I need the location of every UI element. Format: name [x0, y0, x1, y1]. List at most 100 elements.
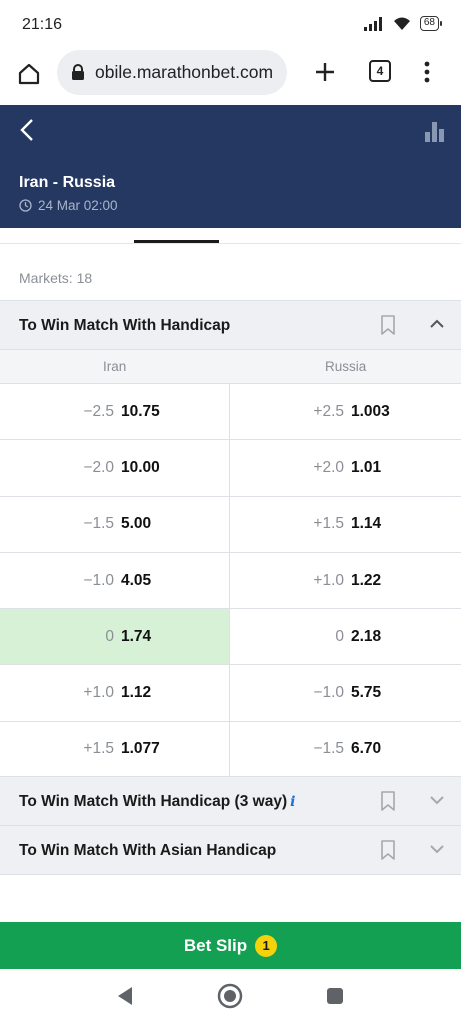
address-bar[interactable]: obile.marathonbet.com: [57, 50, 287, 95]
stats-icon[interactable]: [425, 120, 445, 142]
odd-cell-iran[interactable]: 0 1.74: [0, 609, 230, 665]
tab-strip: [0, 228, 461, 244]
odd-value: 5.00: [121, 515, 152, 533]
odd-cell-russia[interactable]: 0 2.18: [230, 609, 461, 664]
odd-value: 2.18: [351, 627, 382, 645]
status-icons: 68: [363, 16, 443, 31]
bet-slip-button[interactable]: Bet Slip 1: [0, 922, 461, 969]
odd-cell-russia[interactable]: +1.5 1.14: [230, 497, 461, 552]
home-icon: [18, 63, 40, 85]
chevron-down-icon[interactable]: [430, 844, 444, 854]
handicap-value: +1.5: [313, 515, 344, 533]
clock-icon: [19, 199, 32, 212]
odd-value: 4.05: [121, 571, 152, 589]
handicap-value: +1.0: [313, 571, 344, 589]
handicap-value: −1.0: [313, 684, 344, 702]
battery-indicator: 68: [419, 16, 443, 31]
odd-value: 6.70: [351, 740, 382, 758]
tabs-button[interactable]: 4: [369, 60, 391, 82]
nav-back-icon: [118, 987, 132, 1005]
event-header: Iran - Russia 24 Mar 02:00: [0, 105, 461, 228]
event-title: Iran - Russia: [19, 174, 116, 191]
handicap-value: +2.0: [313, 458, 344, 476]
odd-cell-russia[interactable]: +1.0 1.22: [230, 553, 461, 608]
market-header-handicap-3way[interactable]: To Win Match With Handicap (3 way) i: [0, 776, 461, 826]
browser-home-button[interactable]: [14, 59, 44, 89]
table-row: −1.5 5.00 +1.5 1.14: [0, 496, 461, 553]
table-row: −1.0 4.05 +1.0 1.22: [0, 552, 461, 610]
nav-home-button[interactable]: [217, 983, 243, 1009]
market-title: To Win Match With Asian Handicap: [19, 842, 277, 859]
column-header-right: Russia: [325, 359, 367, 374]
odd-cell-iran[interactable]: +1.0 1.12: [0, 665, 230, 721]
odd-cell-iran[interactable]: −1.0 4.05: [0, 552, 230, 609]
column-headers: Iran Russia: [0, 350, 461, 384]
bookmark-icon[interactable]: [380, 840, 396, 860]
odd-cell-iran[interactable]: −1.5 5.00: [0, 496, 230, 552]
table-row: −2.5 10.75 +2.5 1.003: [0, 384, 461, 441]
system-nav-bar: [0, 969, 461, 1024]
odd-cell-russia[interactable]: −1.0 5.75: [230, 665, 461, 720]
markets-count: Markets: 18: [19, 270, 93, 286]
odd-value: 1.003: [351, 402, 390, 420]
more-icon: [424, 61, 430, 83]
back-icon: [20, 119, 33, 141]
event-datetime: 24 Mar 02:00: [19, 198, 118, 213]
plus-icon: [316, 63, 334, 81]
odd-cell-iran[interactable]: −2.5 10.75: [0, 384, 230, 440]
handicap-value: −1.5: [313, 740, 344, 758]
bookmark-icon[interactable]: [380, 791, 396, 811]
lock-icon: [72, 64, 84, 80]
bet-slip-label: Bet Slip: [183, 935, 248, 955]
status-bar: 21:16 68: [0, 0, 461, 50]
nav-back-button[interactable]: [112, 983, 138, 1009]
odd-value: 5.75: [351, 684, 382, 702]
table-row: −2.0 10.00 +2.0 1.01: [0, 440, 461, 497]
nav-recents-button[interactable]: [322, 983, 348, 1009]
handicap-value: +1.5: [83, 740, 114, 758]
handicap-value: +2.5: [313, 402, 344, 420]
odd-value: 10.00: [121, 458, 160, 476]
odd-cell-russia[interactable]: +2.0 1.01: [230, 440, 461, 495]
new-tab-button[interactable]: [311, 58, 339, 86]
odd-cell-iran[interactable]: +1.5 1.077: [0, 721, 230, 778]
odd-cell-iran[interactable]: −2.0 10.00: [0, 440, 230, 496]
odd-cell-russia[interactable]: +2.5 1.003: [230, 384, 461, 439]
market-title: To Win Match With Handicap (3 way) i: [19, 793, 296, 810]
chevron-down-icon[interactable]: [430, 795, 444, 805]
market-header-asian-handicap[interactable]: To Win Match With Asian Handicap: [0, 825, 461, 875]
browser-toolbar: obile.marathonbet.com 4: [0, 50, 461, 105]
handicap-value: −1.5: [83, 515, 114, 533]
chevron-up-icon[interactable]: [430, 319, 444, 329]
info-icon[interactable]: i: [290, 794, 295, 810]
status-time: 21:16: [22, 16, 63, 33]
table-row: +1.5 1.077 −1.5 6.70: [0, 721, 461, 779]
column-header-left: Iran: [103, 359, 127, 374]
browser-menu-button[interactable]: [415, 58, 439, 86]
bookmark-icon[interactable]: [380, 315, 396, 335]
handicap-value: −1.0: [83, 571, 114, 589]
market-header-handicap[interactable]: To Win Match With Handicap: [0, 300, 461, 350]
odd-value: 1.22: [351, 571, 382, 589]
odd-value: 1.14: [351, 515, 382, 533]
url-text: obile.marathonbet.com: [95, 62, 274, 82]
odd-cell-russia[interactable]: −1.5 6.70: [230, 722, 461, 777]
wifi-icon: [393, 17, 410, 30]
signal-icon: [363, 16, 382, 31]
odds-table: −2.5 10.75 +2.5 1.003 −2.0 10.00 +2.0 1.01 −1.5 5…: [0, 384, 461, 779]
odd-value: 1.12: [121, 684, 152, 702]
nav-recents-icon: [327, 988, 343, 1004]
table-row: +1.0 1.12 −1.0 5.75: [0, 665, 461, 722]
odd-value: 1.01: [351, 458, 382, 476]
nav-home-icon: [217, 983, 243, 1009]
odd-value: 1.077: [121, 740, 160, 758]
handicap-value: 0: [335, 627, 344, 645]
bet-slip-count-badge: 1: [255, 934, 278, 957]
handicap-value: +1.0: [83, 684, 114, 702]
market-title: To Win Match With Handicap: [19, 317, 231, 334]
handicap-value: −2.5: [83, 402, 114, 420]
table-row: 0 1.74 0 2.18: [0, 609, 461, 666]
back-button[interactable]: [14, 117, 40, 143]
active-tab-indicator: [134, 240, 219, 243]
event-date-text: 24 Mar 02:00: [38, 198, 118, 213]
